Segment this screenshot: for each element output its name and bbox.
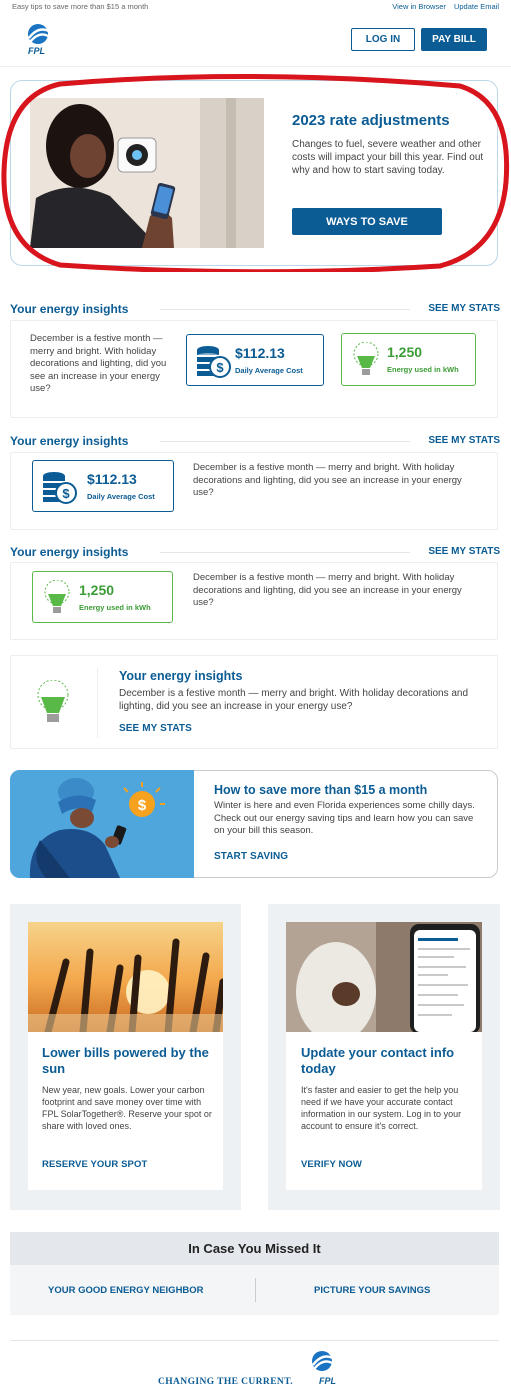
energy-used-label: Energy used in kWh — [79, 603, 151, 612]
lightbulb-icon — [44, 580, 70, 613]
insights-divider — [97, 668, 98, 738]
insights-title: Your energy insights — [10, 302, 135, 316]
insights-text: December is a festive month — merry and … — [30, 333, 167, 394]
view-in-browser-link[interactable]: View in Browser — [392, 2, 446, 11]
verify-now-link[interactable]: VERIFY NOW — [301, 1159, 362, 1170]
solar-card-text: New year, new goals. Lower your carbon f… — [42, 1085, 212, 1131]
header-divider — [0, 66, 511, 67]
insights-text: December is a festive month — merry and … — [193, 572, 462, 608]
daily-cost-label: Daily Average Cost — [87, 492, 155, 501]
solar-card-title: Lower bills powered by the sun — [42, 1045, 209, 1076]
daily-cost-box: $ $112.13 Daily Average Cost — [186, 334, 324, 386]
fpl-swoosh-icon: FPL — [312, 1351, 336, 1386]
save-tip-title: How to save more than $15 a month — [214, 783, 428, 797]
fpl-swoosh-icon: FPL — [28, 24, 50, 56]
missed-it-divider — [255, 1278, 256, 1302]
footer-tagline: CHANGING THE CURRENT. — [158, 1377, 293, 1387]
insights-text: December is a festive month — merry and … — [193, 462, 462, 498]
energy-used-box: 1,250 Energy used in kWh — [32, 571, 173, 623]
insights-title: Your energy insights — [119, 669, 243, 683]
see-my-stats-link[interactable]: SEE MY STATS — [428, 546, 500, 557]
save-tip-text: Winter is here and even Florida experien… — [214, 800, 475, 836]
preheader-links: View in Browser Update Email — [386, 2, 499, 11]
insights-heading-3: Your energy insights SEE MY STATS — [10, 545, 500, 559]
hero-title: 2023 rate adjustments — [292, 112, 450, 129]
login-button[interactable]: LOG IN — [351, 28, 415, 51]
energy-used-label: Energy used in kWh — [387, 365, 459, 374]
contact-card-title: Update your contact info today — [301, 1045, 455, 1076]
hero-image — [30, 98, 264, 248]
insights-title: Your energy insights — [10, 545, 135, 559]
contact-card-image — [286, 922, 482, 1032]
insights-title: Your energy insights — [10, 434, 135, 448]
energy-used-box: 1,250 Energy used in kWh — [341, 333, 476, 386]
preheader-text: Easy tips to save more than $15 a month — [12, 2, 149, 11]
good-energy-neighbor-link[interactable]: YOUR GOOD ENERGY NEIGHBOR — [48, 1285, 204, 1296]
see-my-stats-link[interactable]: SEE MY STATS — [119, 723, 192, 734]
daily-cost-label: Daily Average Cost — [235, 366, 303, 375]
update-email-link[interactable]: Update Email — [454, 2, 499, 11]
solar-card-image — [28, 922, 223, 1032]
svg-text:$: $ — [216, 360, 224, 375]
save-tip-image: $ — [10, 770, 194, 878]
insights-text: December is a festive month — merry and … — [119, 688, 469, 712]
see-my-stats-link[interactable]: SEE MY STATS — [428, 435, 500, 446]
fpl-logo-text: FPL — [28, 46, 45, 56]
start-saving-link[interactable]: START SAVING — [214, 851, 288, 862]
insights-heading-1: Your energy insights SEE MY STATS — [10, 302, 500, 316]
missed-it-heading: In Case You Missed It — [10, 1232, 499, 1265]
svg-text:$: $ — [138, 797, 147, 814]
ways-to-save-button[interactable]: WAYS TO SAVE — [292, 208, 442, 235]
picture-your-savings-link[interactable]: PICTURE YOUR SAVINGS — [314, 1285, 430, 1296]
energy-used-value: 1,250 — [79, 582, 115, 598]
hero-text: Changes to fuel, severe weather and othe… — [292, 139, 484, 176]
see-my-stats-link[interactable]: SEE MY STATS — [428, 303, 500, 314]
daily-cost-value: $112.13 — [87, 471, 137, 487]
coin-stack-icon: $ — [197, 346, 231, 378]
footer-divider — [10, 1340, 499, 1341]
daily-cost-box: $ $112.13 Daily Average Cost — [32, 460, 174, 512]
svg-text:$: $ — [62, 486, 70, 501]
pay-bill-button[interactable]: PAY BILL — [421, 28, 487, 51]
fpl-logo[interactable]: FPL — [22, 22, 66, 56]
lightbulb-icon — [37, 680, 69, 722]
daily-cost-value: $112.13 — [235, 345, 285, 361]
insights-heading-2: Your energy insights SEE MY STATS — [10, 434, 500, 448]
energy-used-value: 1,250 — [387, 344, 423, 360]
coin-stack-icon: $ — [43, 472, 77, 504]
reserve-your-spot-link[interactable]: RESERVE YOUR SPOT — [42, 1159, 147, 1170]
footer-fpl-logo[interactable]: FPL — [307, 1349, 347, 1387]
footer-logo-text: FPL — [319, 1376, 336, 1386]
lightbulb-icon — [353, 342, 379, 375]
contact-card-text: It's faster and easier to get the help y… — [301, 1085, 462, 1131]
